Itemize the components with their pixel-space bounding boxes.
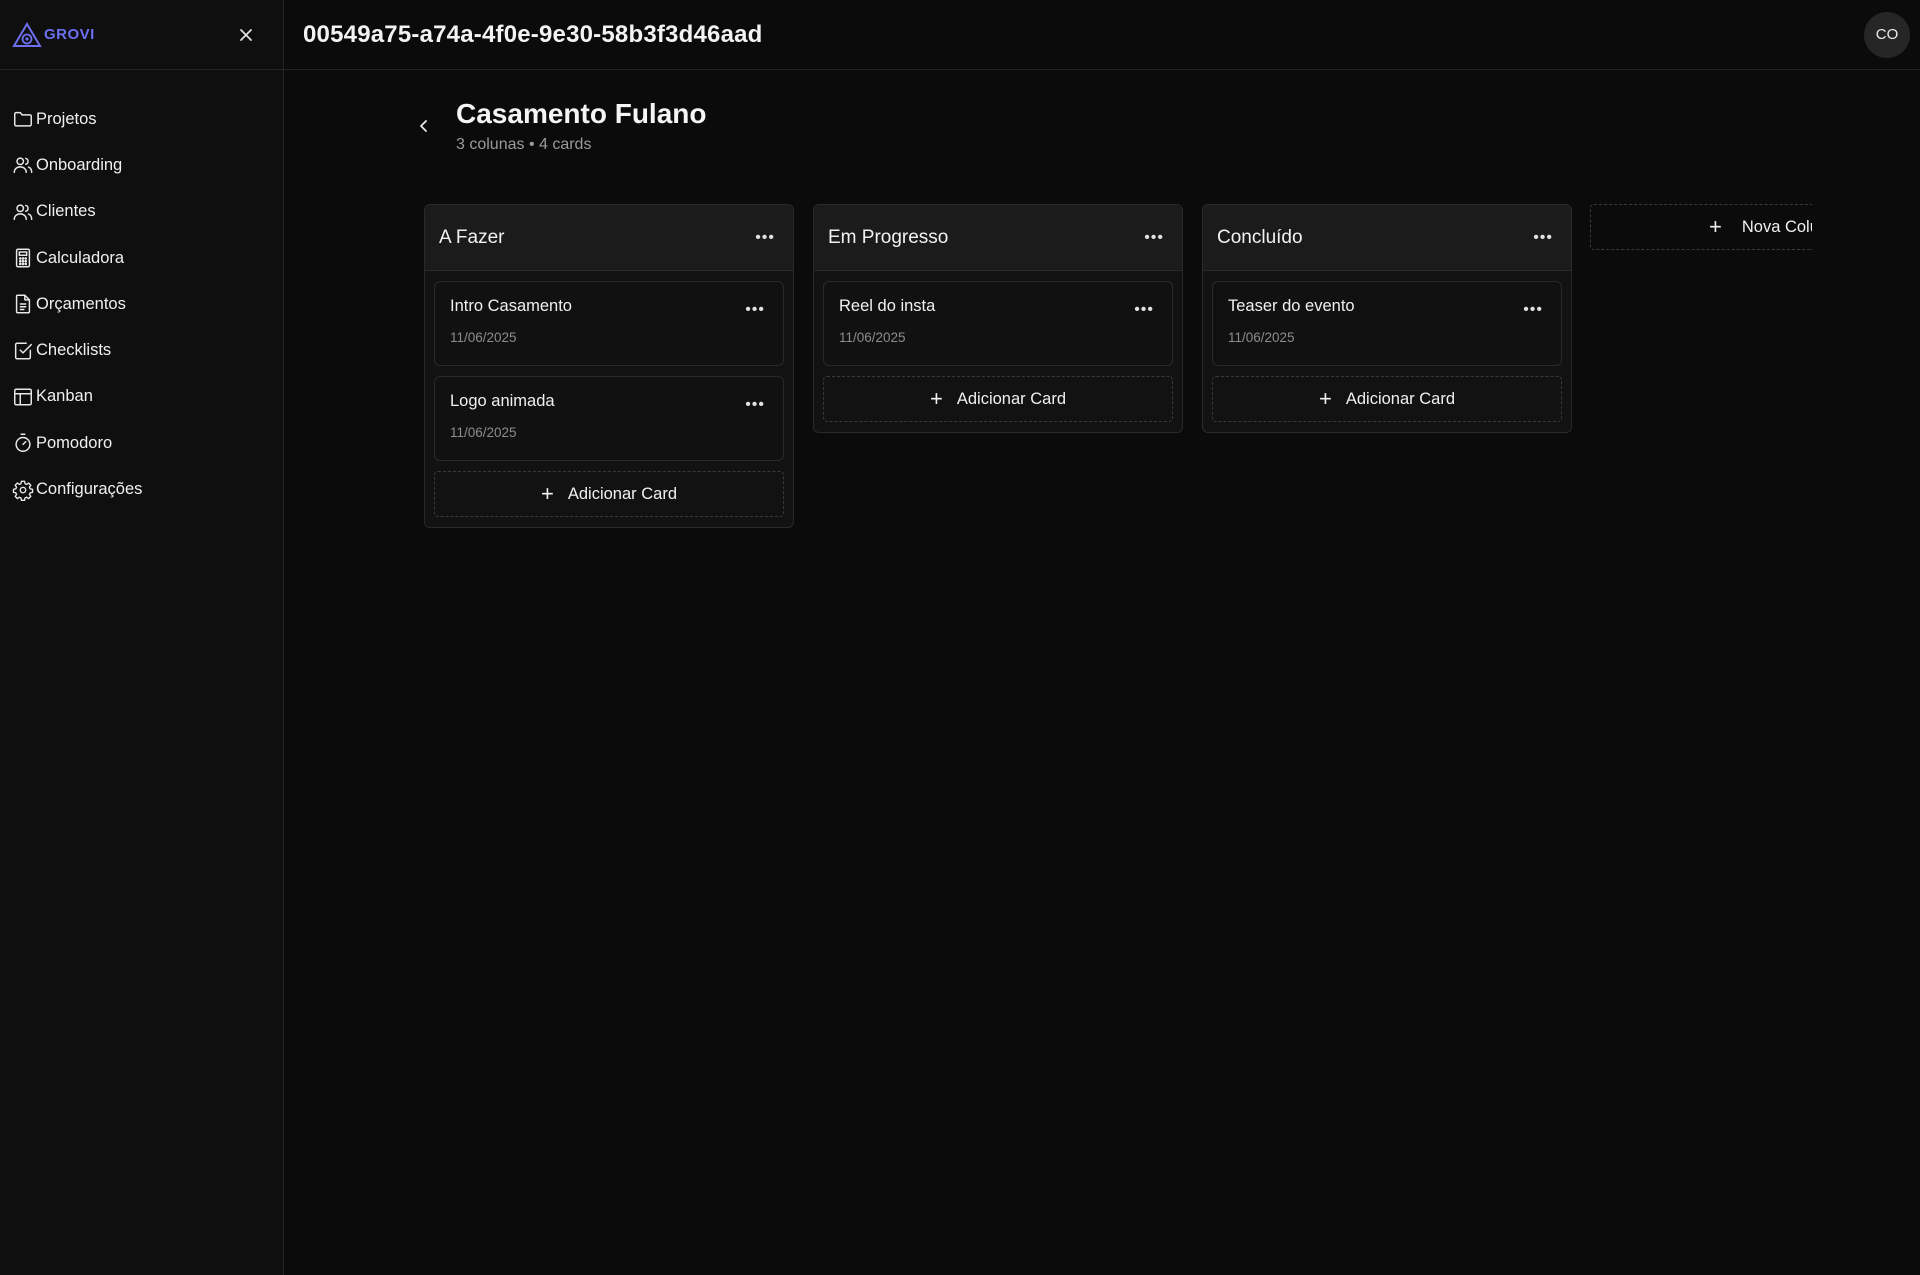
plus-icon: + — [541, 481, 554, 506]
card-title: Teaser do evento — [1228, 297, 1355, 315]
more-options-icon[interactable]: ••• — [745, 397, 765, 413]
plus-icon: + — [930, 386, 943, 411]
sidebar-item-label: Calculadora — [36, 248, 125, 267]
add-card-button[interactable]: + Adicionar Card — [823, 376, 1173, 422]
add-card-button[interactable]: + Adicionar Card — [434, 471, 784, 517]
topbar: 00549a75-a74a-4f0e-9e30-58b3f3d46aad CO — [284, 0, 1920, 70]
column-title: Concluído — [1217, 226, 1303, 248]
logo[interactable]: GROVI — [12, 21, 95, 48]
kanban-card[interactable]: Reel do insta 11/06/2025 ••• — [823, 281, 1173, 366]
card-list: Reel do insta 11/06/2025 ••• + Adicionar… — [814, 271, 1182, 432]
more-options-icon[interactable]: ••• — [1533, 229, 1553, 246]
gear-icon — [12, 480, 34, 501]
card-title: Intro Casamento — [450, 297, 572, 315]
sidebar-item-label: Configurações — [36, 480, 143, 499]
card-date: 11/06/2025 — [450, 425, 517, 440]
plus-icon: + — [1319, 386, 1332, 411]
add-card-label: Adicionar Card — [1345, 389, 1455, 408]
column-header: A Fazer ••• — [425, 205, 793, 271]
page-title: 00549a75-a74a-4f0e-9e30-58b3f3d46aad — [303, 20, 763, 48]
more-options-icon[interactable]: ••• — [1134, 302, 1154, 318]
kanban-column: Em Progresso ••• Reel do insta 11/06/202… — [813, 204, 1183, 433]
new-column-button[interactable]: + Nova Coluna — [1590, 204, 1812, 250]
close-icon — [240, 28, 252, 41]
card-date: 11/06/2025 — [1228, 330, 1295, 345]
card-date: 11/06/2025 — [839, 330, 906, 345]
sidebar-item-clientes[interactable]: Clientes — [0, 189, 283, 235]
kanban-card[interactable]: Teaser do evento 11/06/2025 ••• — [1212, 281, 1562, 366]
chevron-left-icon — [420, 120, 427, 132]
more-options-icon[interactable]: ••• — [1523, 302, 1543, 318]
sidebar-item-label: Pomodoro — [36, 433, 113, 452]
kanban-card[interactable]: Logo animada 11/06/2025 ••• — [434, 376, 784, 461]
sidebar-item-orcamentos[interactable]: Orçamentos — [0, 281, 283, 327]
board-title: Casamento Fulano — [456, 98, 707, 129]
plus-icon: + — [1709, 214, 1722, 239]
sidebar-item-checklists[interactable]: Checklists — [0, 327, 283, 373]
sidebar-item-projetos[interactable]: Projetos — [0, 96, 283, 142]
kanban-column: A Fazer ••• Intro Casamento 11/06/2025 •… — [424, 204, 794, 528]
users-icon — [13, 157, 33, 174]
card-list: Teaser do evento 11/06/2025 ••• + Adicio… — [1203, 271, 1571, 432]
users-icon — [13, 204, 33, 220]
kanban-column: Concluído ••• Teaser do evento 11/06/202… — [1202, 204, 1572, 433]
add-card-label: Adicionar Card — [567, 484, 677, 503]
logo-text: GROVI — [44, 26, 95, 43]
new-column-label: Nova Coluna — [1741, 217, 1812, 236]
card-title: Logo animada — [450, 392, 555, 410]
sidebar-item-pomodoro[interactable]: Pomodoro — [0, 420, 283, 466]
sidebar-item-label: Orçamentos — [36, 294, 126, 313]
sidebar-item-label: Kanban — [36, 387, 93, 406]
avatar[interactable]: CO — [1864, 11, 1910, 58]
card-list: Intro Casamento 11/06/2025 ••• Logo anim… — [425, 271, 793, 527]
sidebar-item-label: Checklists — [36, 341, 112, 360]
checklist-icon — [14, 342, 32, 360]
kanban-icon — [14, 388, 32, 406]
board-meta: 3 colunas • 4 cards — [456, 136, 592, 153]
close-sidebar-button[interactable] — [235, 24, 257, 46]
column-title: A Fazer — [439, 226, 505, 248]
timer-icon — [15, 433, 31, 453]
calculator-icon — [15, 248, 31, 268]
sidebar-item-label: Onboarding — [36, 155, 123, 174]
folder-icon — [14, 111, 32, 127]
add-card-label: Adicionar Card — [956, 389, 1066, 408]
sidebar-header: GROVI — [0, 0, 283, 70]
sidebar-item-onboarding[interactable]: Onboarding — [0, 142, 283, 188]
logo-icon — [12, 21, 42, 47]
more-options-icon[interactable]: ••• — [1144, 229, 1164, 246]
sidebar-item-calculadora[interactable]: Calculadora — [0, 235, 283, 281]
document-icon — [15, 294, 31, 314]
sidebar-item-configuracoes[interactable]: Configurações — [0, 466, 283, 512]
card-title: Reel do insta — [839, 297, 936, 315]
column-title: Em Progresso — [828, 226, 949, 248]
sidebar-item-label: Clientes — [36, 202, 96, 221]
back-button[interactable] — [412, 114, 436, 138]
sidebar-item-kanban[interactable]: Kanban — [0, 374, 283, 420]
card-date: 11/06/2025 — [450, 330, 517, 345]
column-header: Concluído ••• — [1203, 205, 1571, 271]
kanban-board: A Fazer ••• Intro Casamento 11/06/2025 •… — [424, 204, 1812, 604]
more-options-icon[interactable]: ••• — [745, 302, 765, 318]
more-options-icon[interactable]: ••• — [755, 229, 775, 246]
column-header: Em Progresso ••• — [814, 205, 1182, 271]
sidebar-item-label: Projetos — [36, 109, 97, 128]
kanban-card[interactable]: Intro Casamento 11/06/2025 ••• — [434, 281, 784, 366]
sidebar-nav: Projetos Onboarding Clientes Calculadora… — [0, 70, 283, 513]
sidebar: GROVI Projetos Onboarding Clientes Calcu… — [0, 0, 284, 1275]
add-card-button[interactable]: + Adicionar Card — [1212, 376, 1562, 422]
